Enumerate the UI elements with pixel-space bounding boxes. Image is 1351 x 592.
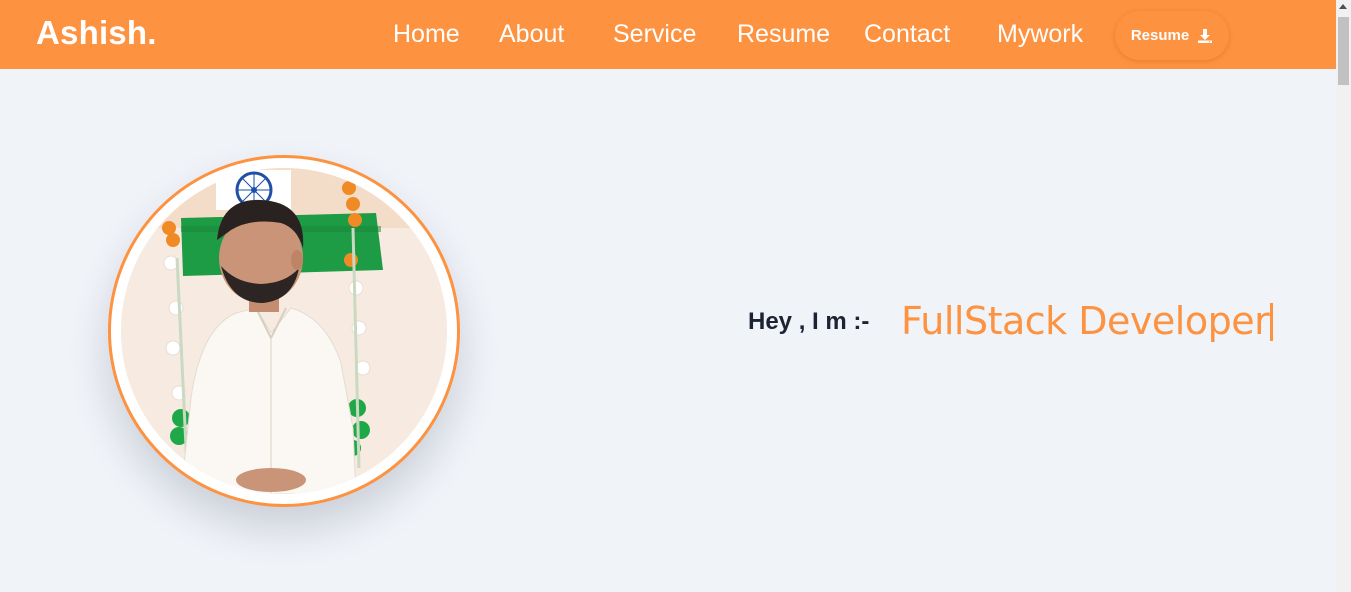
resume-download-button[interactable]: Resume — [1115, 11, 1229, 60]
profile-photo — [121, 168, 447, 494]
download-icon — [1197, 28, 1213, 44]
scroll-up-arrow-icon[interactable] — [1339, 4, 1347, 9]
nav-link-home[interactable]: Home — [393, 20, 460, 49]
page: Ashish. Home About Service Resume Contac… — [0, 0, 1351, 592]
resume-button-label: Resume — [1130, 27, 1190, 44]
typing-caret — [1270, 303, 1274, 341]
typed-role-value: FullStack Developer — [901, 299, 1270, 343]
profile-photo-frame — [108, 155, 460, 507]
vertical-scrollbar[interactable] — [1336, 0, 1351, 592]
nav-link-about[interactable]: About — [499, 20, 564, 49]
nav-link-service[interactable]: Service — [613, 20, 696, 49]
nav-link-mywork[interactable]: Mywork — [997, 20, 1083, 49]
nav-link-contact[interactable]: Contact — [864, 20, 950, 49]
scroll-thumb[interactable] — [1338, 17, 1349, 85]
brand-logo[interactable]: Ashish. — [36, 14, 157, 52]
typed-role-text: FullStack Developer — [901, 299, 1274, 343]
intro-label: Hey , I m :- — [748, 308, 870, 335]
navbar: Ashish. Home About Service Resume Contac… — [0, 0, 1336, 69]
nav-link-resume[interactable]: Resume — [737, 20, 830, 49]
